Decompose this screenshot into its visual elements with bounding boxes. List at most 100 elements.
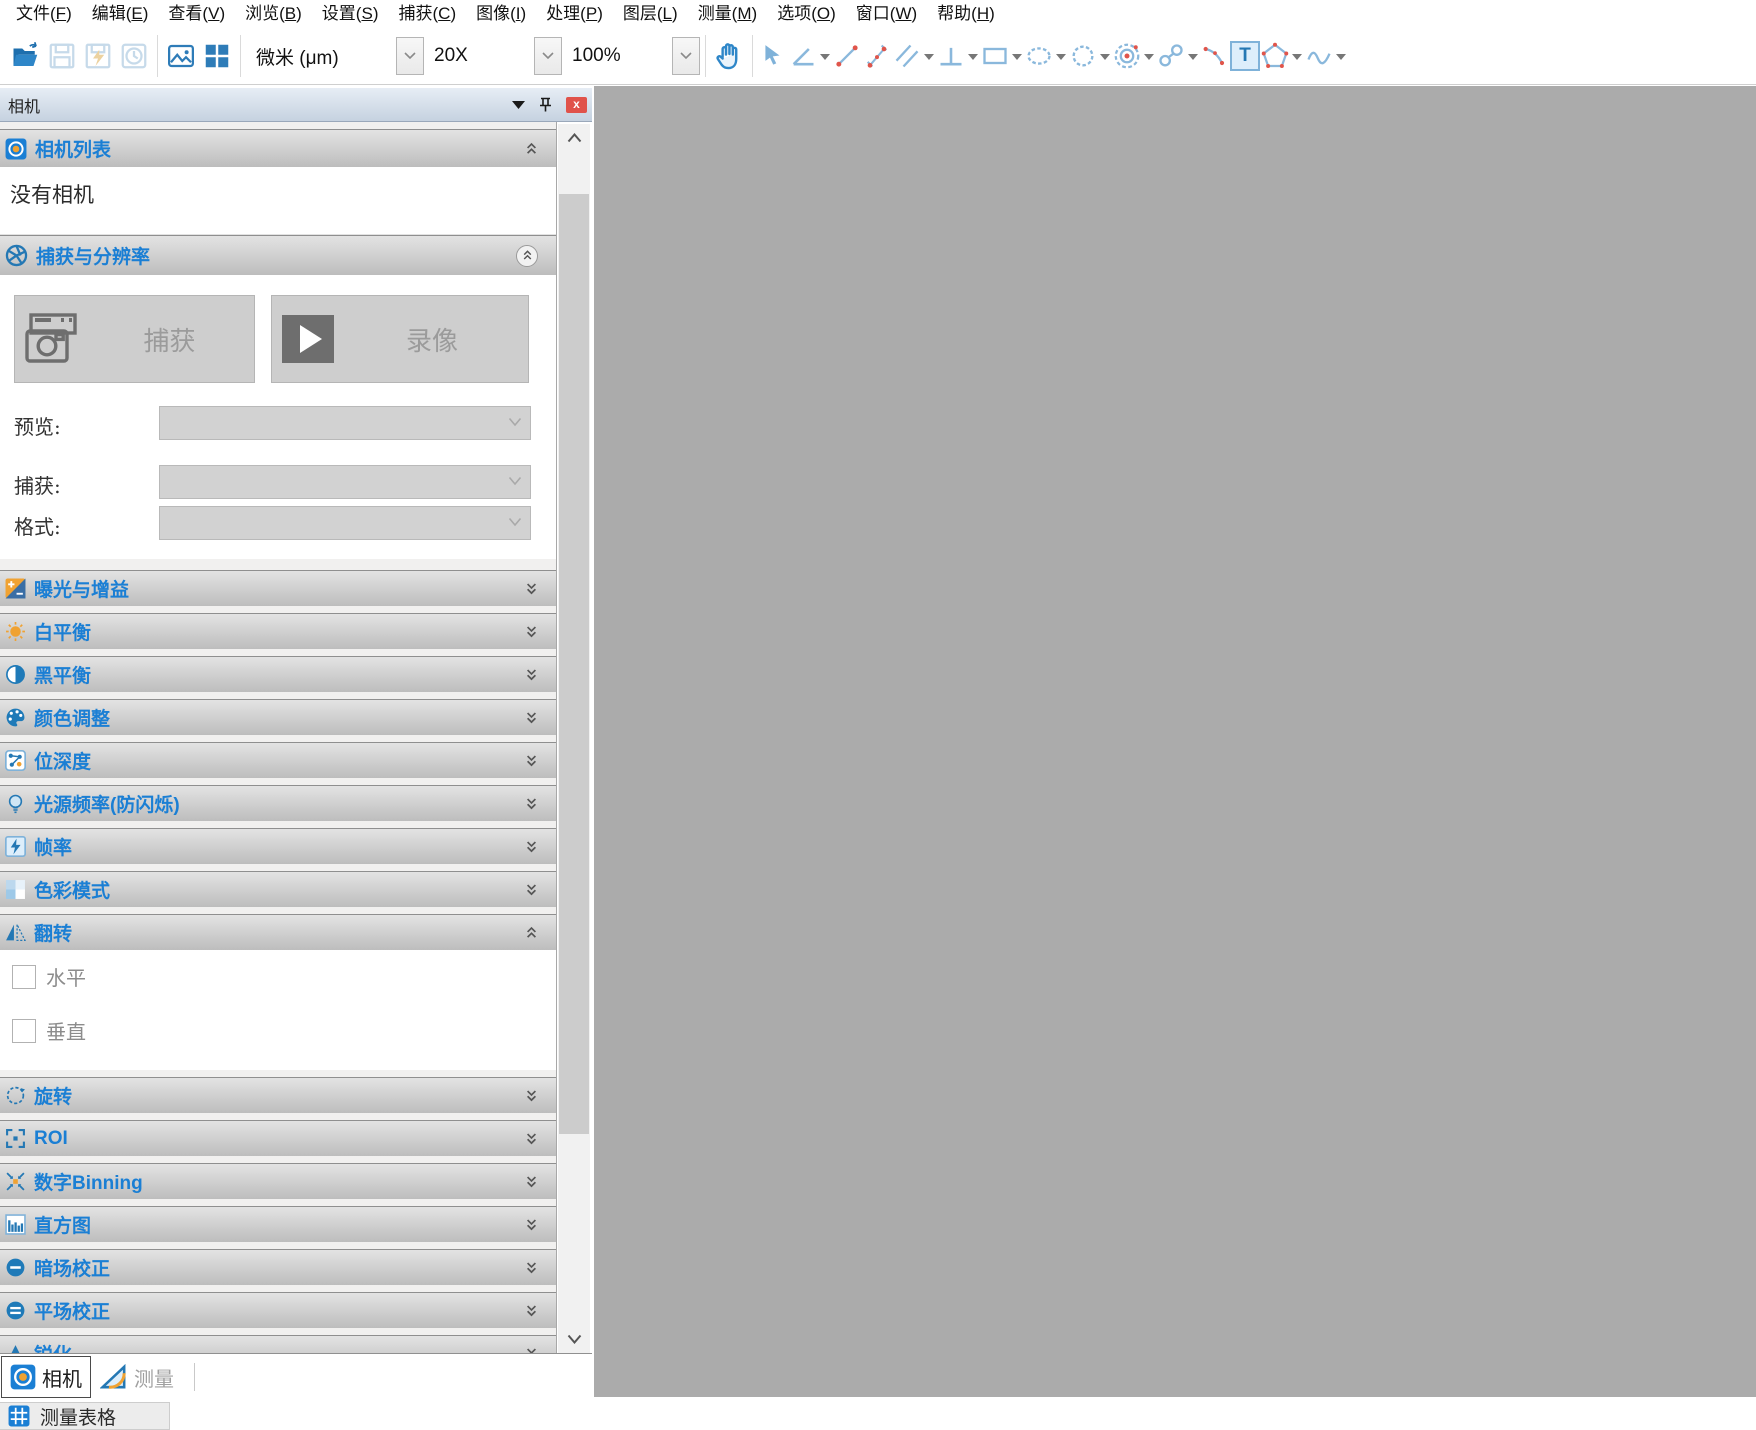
menu-item-E[interactable]: 编辑(E) — [82, 0, 159, 28]
capture-res-select[interactable] — [159, 465, 531, 499]
close-panel-button[interactable]: x — [566, 97, 587, 113]
menu-item-I[interactable]: 图像(I) — [466, 0, 536, 28]
collapse-icon[interactable] — [525, 926, 538, 939]
text-tool-icon[interactable]: T — [1230, 41, 1260, 71]
unit-dropdown-button[interactable] — [396, 37, 424, 75]
preview-select[interactable] — [159, 406, 531, 440]
expand-icon[interactable] — [525, 840, 538, 853]
tab-camera[interactable]: 相机 — [1, 1356, 91, 1398]
section-header-bit-depth[interactable]: 位深度 — [0, 742, 556, 778]
curve-tool-dropdown[interactable] — [1334, 34, 1348, 78]
thumbnail-grid-icon[interactable] — [199, 34, 235, 78]
menu-item-C[interactable]: 捕获(C) — [388, 0, 466, 28]
collapse-icon[interactable] — [516, 245, 538, 267]
capture-button[interactable]: 捕获 — [14, 295, 255, 383]
menu-item-P[interactable]: 处理(P) — [536, 0, 613, 28]
parallel-tool-dropdown[interactable] — [922, 34, 936, 78]
menu-item-L[interactable]: 图层(L) — [613, 0, 688, 28]
section-header-color-adjustment[interactable]: 颜色调整 — [0, 699, 556, 735]
expand-icon[interactable] — [525, 1218, 538, 1231]
expand-icon[interactable] — [525, 1132, 538, 1145]
rectangle-tool-icon[interactable] — [980, 34, 1010, 78]
annulus-tool-icon[interactable] — [1156, 34, 1186, 78]
select-tool-icon[interactable] — [758, 34, 788, 78]
section-header-exposure-gain[interactable]: 曝光与增益 — [0, 570, 556, 606]
vertical-flip-checkbox[interactable] — [12, 1019, 36, 1043]
scroll-up-button[interactable] — [558, 124, 590, 152]
section-header-capture-resolution[interactable]: 捕获与分辨率 — [0, 235, 556, 275]
record-button[interactable]: 录像 — [271, 295, 529, 383]
menu-item-H[interactable]: 帮助(H) — [927, 0, 1005, 28]
menu-item-F[interactable]: 文件(F) — [6, 0, 82, 28]
scrollbar-thumb[interactable] — [559, 194, 589, 1134]
unit-select[interactable]: 微米 (μm) — [246, 37, 424, 75]
save-icon[interactable] — [44, 34, 80, 78]
section-header-frame-rate[interactable]: 帧率 — [0, 828, 556, 864]
expand-icon[interactable] — [525, 797, 538, 810]
expand-icon[interactable] — [525, 883, 538, 896]
perpendicular-tool-icon[interactable] — [936, 34, 966, 78]
section-header-flip[interactable]: 翻转 — [0, 914, 556, 950]
section-header-dark-field[interactable]: 暗场校正 — [0, 1249, 556, 1285]
scroll-down-button[interactable] — [558, 1325, 590, 1353]
section-header-color-mode[interactable]: 色彩模式 — [0, 871, 556, 907]
arc-tool-icon[interactable] — [1200, 34, 1230, 78]
menu-item-W[interactable]: 窗口(W) — [846, 0, 927, 28]
section-header-roi[interactable]: ROI — [0, 1120, 556, 1156]
browse-images-icon[interactable] — [163, 34, 199, 78]
zoom-dropdown-button[interactable] — [672, 37, 700, 75]
polygon-tool-icon[interactable] — [1260, 34, 1290, 78]
section-header-flat-field[interactable]: 平场校正 — [0, 1292, 556, 1328]
tab-measure[interactable]: 测量 — [92, 1356, 182, 1398]
expand-icon[interactable] — [525, 711, 538, 724]
panel-menu-arrow-icon[interactable] — [512, 101, 525, 109]
ellipse-tool-dropdown[interactable] — [1054, 34, 1068, 78]
open-file-icon[interactable] — [8, 34, 44, 78]
format-select[interactable] — [159, 506, 531, 540]
scale-bar-tool-icon[interactable] — [862, 34, 892, 78]
expand-icon[interactable] — [525, 1089, 538, 1102]
expand-icon[interactable] — [525, 582, 538, 595]
circle-tool-icon[interactable] — [1068, 34, 1098, 78]
section-header-light-frequency[interactable]: 光源频率(防闪烁) — [0, 785, 556, 821]
section-header-digital-binning[interactable]: 数字Binning — [0, 1163, 556, 1199]
perpendicular-tool-dropdown[interactable] — [966, 34, 980, 78]
curve-tool-icon[interactable] — [1304, 34, 1334, 78]
expand-icon[interactable] — [525, 668, 538, 681]
expand-icon[interactable] — [525, 1175, 538, 1188]
expand-icon[interactable] — [525, 625, 538, 638]
section-header-white-balance[interactable]: 白平衡 — [0, 613, 556, 649]
pan-tool-icon[interactable] — [711, 34, 747, 78]
expand-icon[interactable] — [525, 754, 538, 767]
batch-save-icon[interactable] — [80, 34, 116, 78]
pin-icon[interactable] — [539, 97, 552, 112]
circle-tool-dropdown[interactable] — [1098, 34, 1112, 78]
expand-icon[interactable] — [525, 1304, 538, 1317]
magnification-dropdown-button[interactable] — [534, 37, 562, 75]
magnification-select[interactable]: 20X — [424, 37, 562, 75]
line-tool-icon[interactable] — [832, 34, 862, 78]
measurement-table-tab[interactable]: 测量表格 — [0, 1402, 170, 1430]
section-header-black-balance[interactable]: 黑平衡 — [0, 656, 556, 692]
annulus-tool-dropdown[interactable] — [1186, 34, 1200, 78]
expand-icon[interactable] — [525, 1261, 538, 1274]
angle-tool-icon[interactable] — [788, 34, 818, 78]
parallel-tool-icon[interactable] — [892, 34, 922, 78]
menu-item-O[interactable]: 选项(O) — [767, 0, 846, 28]
collapse-icon[interactable] — [525, 142, 538, 155]
concentric-circles-tool-icon[interactable] — [1112, 34, 1142, 78]
menu-item-V[interactable]: 查看(V) — [158, 0, 235, 28]
section-header-histogram[interactable]: 直方图 — [0, 1206, 556, 1242]
rectangle-tool-dropdown[interactable] — [1010, 34, 1024, 78]
zoom-select[interactable]: 100% — [562, 37, 700, 75]
polygon-tool-dropdown[interactable] — [1290, 34, 1304, 78]
angle-tool-dropdown[interactable] — [818, 34, 832, 78]
time-lapse-icon[interactable] — [116, 34, 152, 78]
section-header-rotate[interactable]: 旋转 — [0, 1077, 556, 1113]
ellipse-tool-icon[interactable] — [1024, 34, 1054, 78]
menu-item-S[interactable]: 设置(S) — [312, 0, 389, 28]
menu-item-M[interactable]: 测量(M) — [688, 0, 768, 28]
concentric-circles-tool-dropdown[interactable] — [1142, 34, 1156, 78]
section-header-camera-list[interactable]: 相机列表 — [0, 129, 556, 167]
horizontal-flip-checkbox[interactable] — [12, 965, 36, 989]
